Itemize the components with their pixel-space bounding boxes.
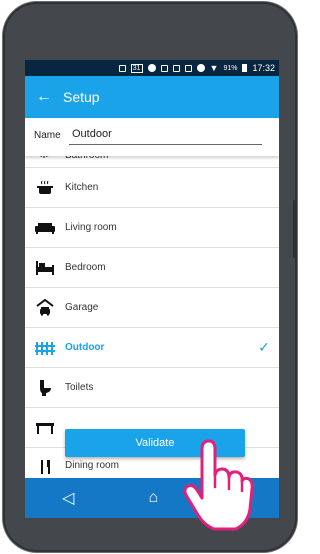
back-triangle-icon[interactable]: ◁	[62, 488, 74, 508]
notification-icon	[147, 64, 156, 72]
list-item-outdoor[interactable]: Outdoor ✓	[25, 328, 279, 368]
battery-text: 91%	[223, 64, 238, 72]
list-item-bedroom[interactable]: Bedroom	[25, 248, 279, 288]
clock: 17:32	[252, 63, 275, 73]
sofa-icon	[25, 222, 65, 234]
list-item-kitchen[interactable]: Kitchen	[25, 168, 279, 208]
list-item-garage[interactable]: Garage	[25, 288, 279, 328]
list-item-label: Outdoor	[65, 342, 105, 353]
list-item-label: Kitchen	[65, 182, 99, 193]
list-item-label: Garage	[65, 302, 99, 313]
list-item-label: Bedroom	[65, 262, 106, 273]
side-button	[293, 200, 297, 258]
app-icon	[172, 64, 180, 72]
do-not-disturb-icon	[196, 64, 205, 72]
name-label: Name	[34, 130, 61, 141]
name-input[interactable]	[69, 126, 262, 145]
message-icon	[118, 64, 126, 72]
status-bar: 31 ▼ 91% 17:32	[25, 60, 279, 76]
list-item-living-room[interactable]: Living room	[25, 208, 279, 248]
bed-icon	[25, 260, 65, 275]
app-icon	[184, 64, 192, 72]
fence-icon	[25, 341, 65, 355]
list-item-label: Living room	[65, 222, 117, 233]
wifi-icon: ▼	[209, 63, 219, 73]
toilet-icon	[25, 379, 65, 397]
fork-knife-icon	[25, 448, 65, 474]
app-bar: ← Setup	[25, 76, 279, 118]
battery-icon	[242, 64, 248, 72]
list-item-label: Toilets	[65, 382, 94, 393]
home-icon[interactable]: ⌂	[148, 489, 158, 507]
name-field-row: Name	[25, 118, 279, 156]
garage-car-icon	[25, 298, 65, 317]
checkmark-icon: ✓	[258, 339, 270, 355]
calendar-icon: 31	[130, 63, 143, 73]
page-title: Setup	[63, 89, 100, 105]
app-icon	[160, 64, 168, 72]
pot-icon	[25, 180, 65, 196]
table-icon	[25, 421, 65, 435]
tap-hand-icon	[183, 439, 254, 531]
arrow-left-icon[interactable]: ←	[25, 88, 63, 106]
list-item-toilets[interactable]: Toilets	[25, 368, 279, 408]
